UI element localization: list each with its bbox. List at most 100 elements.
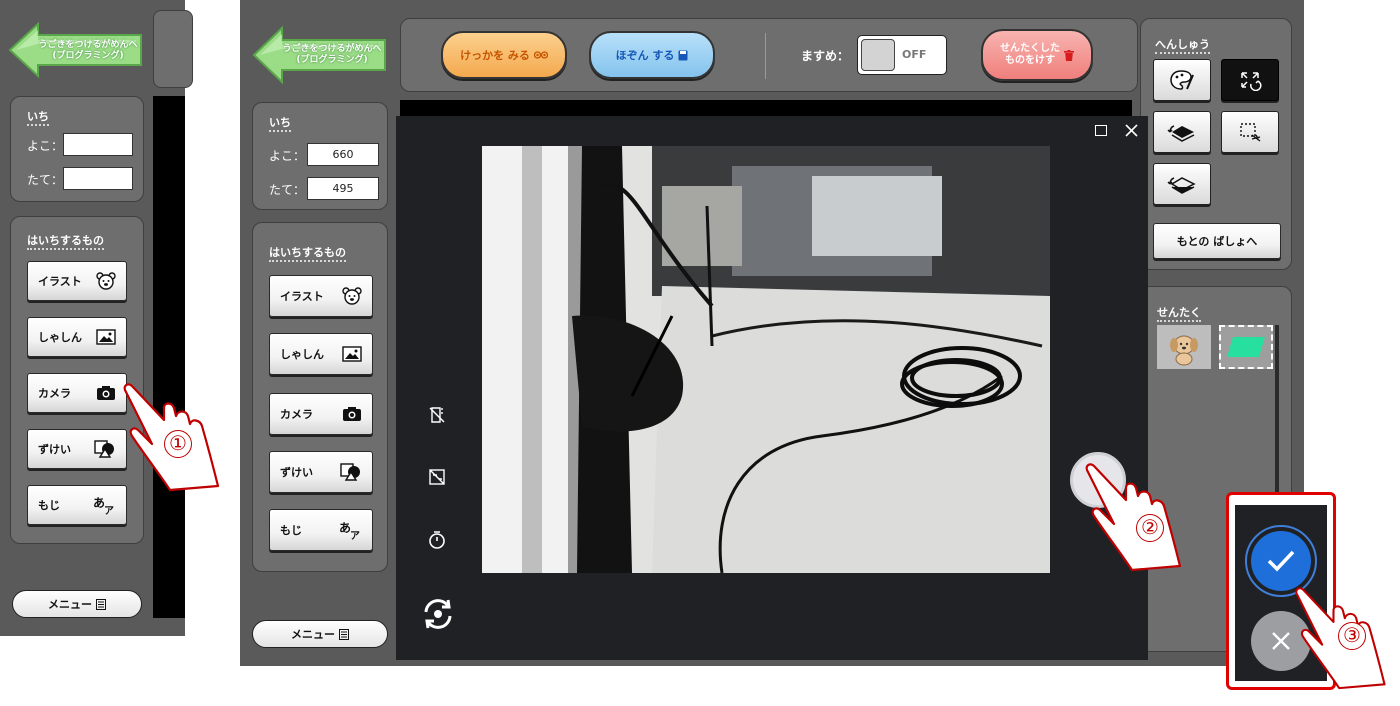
edit-resize-button[interactable]	[1221, 59, 1279, 101]
camera-button[interactable]: カメラ	[269, 393, 373, 435]
text-label: もじ	[38, 499, 60, 512]
position-title: いち	[27, 109, 49, 126]
edit-paint-button[interactable]	[1153, 59, 1211, 101]
palette-brush-icon	[1170, 70, 1194, 90]
illust-button[interactable]: イラスト	[269, 275, 373, 317]
back-button-line2: (プログラミング)	[52, 51, 124, 61]
reset-position-button[interactable]: もとの ばしょへ	[1153, 223, 1281, 259]
left-place-items-panel: はいちするもの イラスト しゃしん カメラ ずけい もじ あア	[10, 216, 144, 544]
resize-rotate-icon	[1241, 72, 1262, 91]
edit-title: へんしゅう	[1155, 37, 1210, 54]
flash-off-icon[interactable]	[428, 406, 446, 424]
toolbar-divider	[765, 33, 766, 79]
x-position-field[interactable]: 660	[307, 143, 379, 166]
text-button[interactable]: もじ あア	[269, 509, 373, 551]
bear-icon	[342, 287, 362, 305]
main-menu-button[interactable]: メニュー	[252, 620, 388, 648]
shapes-button[interactable]: ずけい	[269, 451, 373, 493]
left-back-button[interactable]: うごきをつけるがめんへ (プログラミング)	[8, 20, 144, 80]
shapes-label: ずけい	[280, 466, 313, 479]
edit-bring-forward-button[interactable]	[1153, 111, 1211, 153]
shapes-icon	[94, 440, 114, 458]
camera-icon	[343, 407, 361, 421]
dog-illustration-icon	[1170, 335, 1198, 366]
edit-panel: へんしゅう もとの ばしょへ	[1140, 18, 1292, 270]
x-position-field[interactable]	[63, 133, 133, 156]
back-button-line1: うごきをつけるがめんへ	[38, 40, 138, 50]
main-place-items-panel: はいちするもの イラスト しゃしん カメラ ずけい もじ あア	[252, 222, 388, 572]
toggle-knob	[861, 39, 895, 71]
left-menu-button[interactable]: メニュー	[12, 590, 142, 618]
camera-label: カメラ	[38, 387, 71, 400]
check-icon	[1267, 550, 1295, 572]
position-title: いち	[269, 115, 291, 132]
delete-selected-button[interactable]: せんたくした ものをけす	[981, 29, 1093, 81]
eyes-icon	[533, 51, 548, 59]
pointing-hand-icon-2	[1085, 463, 1182, 572]
edit-send-backward-button[interactable]	[1153, 163, 1211, 205]
save-button[interactable]: ほぞん する	[589, 31, 715, 79]
place-items-title: はいちするもの	[269, 245, 346, 262]
selection-title: せんたく	[1157, 305, 1201, 322]
green-parallelogram-icon	[1227, 337, 1265, 357]
close-icon[interactable]	[1125, 124, 1138, 137]
camera-preview-image	[482, 146, 1050, 573]
view-result-label: けっかを みる	[460, 49, 530, 62]
picture-icon	[96, 329, 116, 345]
picture-icon	[342, 346, 362, 362]
toggle-state: OFF	[902, 48, 927, 61]
step-1-marker: ①	[164, 430, 192, 458]
camera-icon	[97, 386, 115, 400]
grid-toggle[interactable]: OFF	[857, 35, 947, 75]
y-position-field[interactable]	[63, 167, 133, 190]
selection-item-illust[interactable]	[1157, 325, 1211, 369]
left-position-panel: いち よこ： たて：	[10, 96, 144, 202]
grid-label: ますめ：	[801, 49, 850, 63]
step-3-marker: ③	[1338, 622, 1366, 650]
timer-icon[interactable]	[428, 530, 446, 550]
selection-item-shape[interactable]	[1219, 325, 1273, 369]
screenshot-root: うごきをつけるがめんへ (プログラミング) いち よこ： たて： はいちするもの…	[0, 0, 1400, 706]
shapes-icon	[340, 463, 360, 481]
edit-crop-button[interactable]	[1221, 111, 1279, 153]
crop-select-icon	[1240, 123, 1261, 142]
svg-text:ア: ア	[350, 530, 360, 540]
illust-label: イラスト	[38, 275, 82, 288]
photo-button[interactable]: しゃしん	[269, 333, 373, 375]
photo-button[interactable]: しゃしん	[27, 317, 127, 357]
camera-window	[396, 116, 1148, 660]
left-screen: うごきをつけるがめんへ (プログラミング) いち よこ： たて： はいちするもの…	[0, 0, 193, 636]
shapes-label: ずけい	[38, 443, 71, 456]
y-position-field[interactable]: 495	[307, 177, 379, 200]
text-label: もじ	[280, 524, 302, 537]
trash-icon	[1064, 49, 1074, 61]
main-back-button[interactable]: うごきをつけるがめんへ (プログラミング)	[252, 24, 388, 86]
main-position-panel: いち よこ： 660 たて： 495	[252, 102, 388, 210]
list-icon	[96, 598, 106, 610]
view-result-button[interactable]: けっかを みる	[441, 31, 567, 79]
delete-line2: ものをけす	[1005, 55, 1055, 66]
layer-up-icon	[1167, 125, 1195, 142]
list-icon	[339, 628, 349, 640]
bear-icon	[96, 272, 116, 290]
reset-position-label: もとの ばしょへ	[1176, 235, 1258, 248]
photo-label: しゃしん	[280, 348, 324, 361]
text-button[interactable]: もじ あア	[27, 485, 127, 525]
save-icon	[678, 50, 688, 60]
y-label: たて：	[27, 173, 64, 187]
hdr-off-icon[interactable]	[428, 468, 446, 486]
camera-preview	[482, 146, 1050, 573]
illust-label: イラスト	[280, 290, 324, 303]
top-toolbar: けっかを みる ほぞん する ますめ： OFF せんたくした ものをけす	[400, 18, 1138, 92]
camera-button[interactable]: カメラ	[27, 373, 127, 413]
photo-label: しゃしん	[38, 331, 82, 344]
menu-label: メニュー	[48, 598, 92, 611]
delete-line1: せんたくした	[1000, 43, 1060, 54]
switch-camera-icon[interactable]	[418, 594, 458, 634]
menu-label: メニュー	[291, 628, 335, 641]
left-canvas-edge	[153, 96, 185, 618]
maximize-icon[interactable]	[1095, 125, 1107, 136]
layer-down-icon	[1167, 177, 1196, 194]
illust-button[interactable]: イラスト	[27, 261, 127, 301]
shapes-button[interactable]: ずけい	[27, 429, 127, 469]
